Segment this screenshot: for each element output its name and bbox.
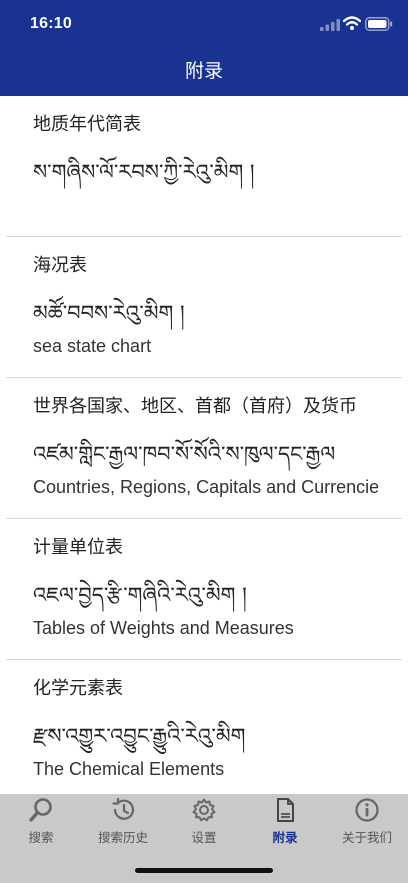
appendix-entry-measures[interactable]: 计量单位表 འཇལ་བྱེད་རྩི་གཞིའི་རེའུ་མིག ། Tabl… — [0, 519, 408, 660]
battery-icon — [365, 17, 393, 31]
tab-label: 附录 — [272, 830, 298, 845]
entry-title-zh: 世界各国家、地区、首都（首府）及货币 — [33, 396, 357, 417]
appendix-entry-countries[interactable]: 世界各国家、地区、首都（首府）及货币 འཛམ་གླིང་རྒྱལ་ཁབ་སོ་ས… — [0, 378, 408, 519]
tab-label: 设置 — [191, 830, 217, 845]
entry-title-en: sea state chart — [33, 336, 152, 356]
tab-appendix[interactable]: 附录 — [244, 794, 326, 850]
tab-search[interactable]: 搜索 — [0, 794, 82, 850]
document-icon — [277, 798, 294, 822]
entry-title-en: The Chemical Elements — [33, 759, 225, 779]
gear-icon — [192, 798, 216, 822]
entry-title-zh: 海况表 — [33, 255, 87, 276]
appendix-entry-chemical-elements[interactable]: 化学元素表 རྫས་འགྱུར་འབྱུང་རྒྱུའི་རེའུ་མིག Th… — [0, 660, 408, 794]
info-icon — [355, 798, 379, 822]
tab-label: 关于我们 — [341, 830, 392, 845]
tab-bar: 搜索 搜索历史 设置 附录 关于我们 — [0, 794, 408, 883]
status-bar: 16:10 — [0, 0, 408, 50]
entry-title-zh: 地质年代简表 — [33, 114, 141, 135]
navigation-header: 16:10 附录 — [0, 0, 408, 96]
tab-search-history[interactable]: 搜索历史 — [82, 794, 164, 850]
appendix-entry-sea-state[interactable]: 海况表 མཚོ་བབས་རེའུ་མིག ། sea state chart — [0, 237, 408, 378]
entry-title-zh: 计量单位表 — [33, 537, 123, 558]
history-icon — [112, 797, 135, 820]
wifi-icon — [343, 16, 361, 30]
appendix-list[interactable]: 地质年代简表 ས་གཞིས་ལོ་རབས་ཀྱི་རེའུ་མིག ། 海况表 … — [0, 96, 408, 794]
entry-title-zh: 化学元素表 — [33, 678, 123, 699]
entry-title-en: Tables of Weights and Measures — [33, 618, 294, 638]
entry-title-en: Countries, Regions, Capitals and Currenc… — [33, 477, 378, 497]
signal-icon — [320, 19, 340, 31]
tab-label: 搜索 — [28, 830, 54, 845]
status-time: 16:10 — [30, 15, 72, 32]
tab-settings[interactable]: 设置 — [163, 794, 245, 850]
tab-about-us[interactable]: 关于我们 — [326, 794, 408, 850]
page-title: 附录 — [184, 60, 223, 82]
search-icon — [29, 798, 52, 822]
appendix-entry-geologic-time[interactable]: 地质年代简表 ས་གཞིས་ལོ་རབས་ཀྱི་རེའུ་མིག ། — [0, 96, 408, 237]
home-indicator[interactable] — [135, 868, 273, 873]
tab-label: 搜索历史 — [97, 830, 148, 845]
entry-title-bo: ས་གཞིས་ལོ་རབས་ཀྱི་རེའུ་མིག ། — [33, 160, 255, 184]
